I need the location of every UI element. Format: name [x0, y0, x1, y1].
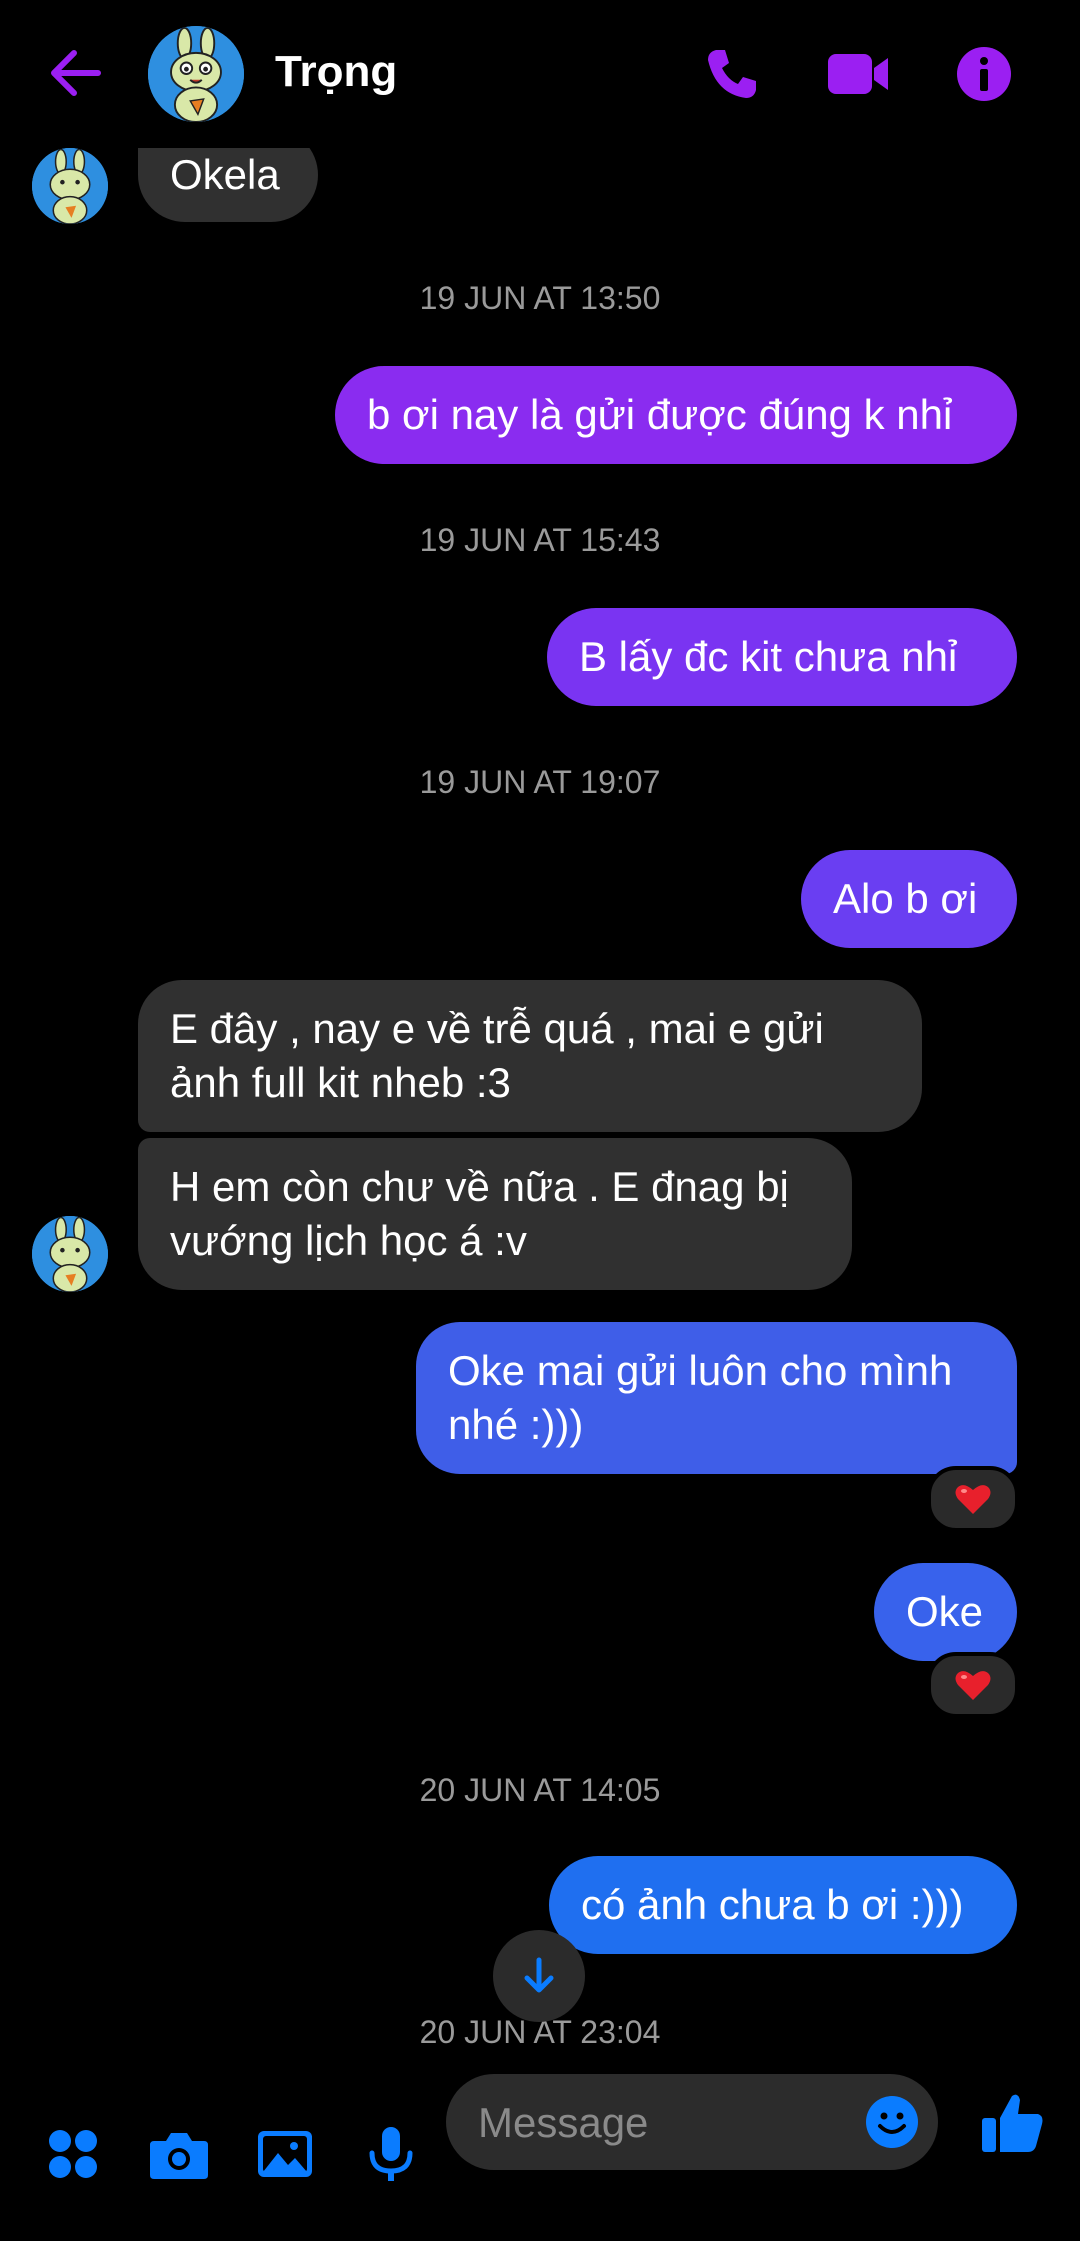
four-dots-menu-icon[interactable]: [40, 2121, 106, 2187]
thumbs-up-icon[interactable]: [978, 2088, 1048, 2158]
outgoing-message[interactable]: Alo b ơi: [801, 850, 1017, 948]
messenger-chat-screen: Trọng Okela 19 JUN AT 13:50 b ơi nay là …: [0, 0, 1080, 2241]
phone-icon[interactable]: [696, 38, 768, 110]
info-icon[interactable]: [948, 38, 1020, 110]
chat-header: Trọng: [0, 0, 1080, 148]
message-timestamp: 19 JUN AT 13:50: [419, 280, 661, 316]
outgoing-message[interactable]: Oke mai gửi luôn cho mình nhé :))): [416, 1322, 1017, 1474]
message-timestamp: 20 JUN AT 14:05: [419, 1772, 661, 1808]
outgoing-message[interactable]: b ơi nay là gửi được đúng k nhỉ: [335, 366, 1017, 464]
heart-reaction[interactable]: [927, 1466, 1019, 1532]
outgoing-message[interactable]: Oke: [874, 1563, 1017, 1661]
bunny-avatar-icon: [32, 148, 108, 224]
message-timestamp: 19 JUN AT 19:07: [419, 764, 661, 800]
message-timestamp: 19 JUN AT 15:43: [419, 522, 661, 558]
outgoing-message[interactable]: có ảnh chưa b ơi :))): [549, 1856, 1017, 1954]
microphone-icon[interactable]: [358, 2121, 424, 2187]
message-field: [446, 2074, 938, 2170]
outgoing-message[interactable]: B lấy đc kit chưa nhỉ: [547, 608, 1017, 706]
smiley-icon[interactable]: [864, 2094, 920, 2150]
arrow-down-icon: [524, 1957, 554, 1993]
scroll-to-bottom-button[interactable]: [493, 1930, 585, 2022]
contact-name[interactable]: Trọng: [275, 47, 397, 97]
contact-avatar-small[interactable]: [32, 148, 108, 224]
image-gallery-icon[interactable]: [252, 2121, 318, 2187]
bunny-avatar-icon: [32, 1216, 108, 1292]
camera-icon[interactable]: [146, 2121, 212, 2187]
incoming-message[interactable]: H em còn chư về nữa . E đnag bị vướng lị…: [138, 1138, 852, 1290]
incoming-message[interactable]: E đây , nay e về trễ quá , mai e gửi ảnh…: [138, 980, 922, 1132]
heart-reaction[interactable]: [927, 1652, 1019, 1718]
contact-avatar[interactable]: [148, 26, 244, 122]
back-arrow-icon[interactable]: [40, 38, 110, 108]
message-input[interactable]: [476, 2092, 840, 2154]
bunny-avatar-icon: [148, 26, 244, 122]
heart-icon: [955, 1485, 991, 1514]
video-camera-icon[interactable]: [822, 38, 894, 110]
heart-icon: [955, 1671, 991, 1700]
contact-avatar-small[interactable]: [32, 1216, 108, 1292]
